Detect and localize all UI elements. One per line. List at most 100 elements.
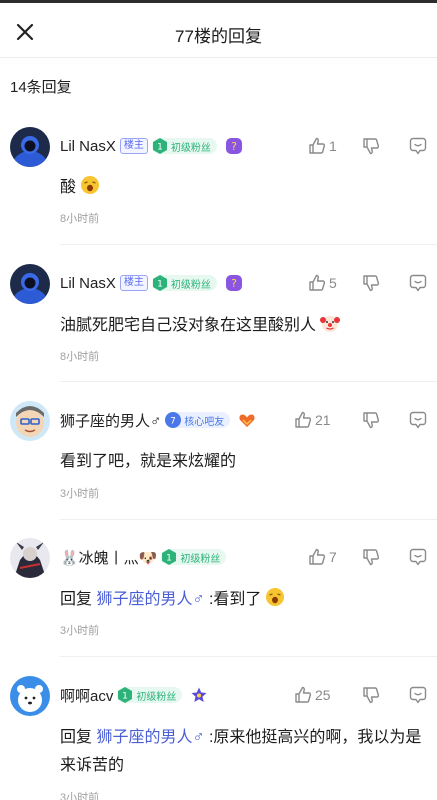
fan-level-label: 初级粉丝	[180, 553, 221, 565]
name-row: Lil NasX 楼主 1 初级粉丝 ?	[60, 135, 243, 157]
comment-time: 3小时前	[60, 792, 100, 800]
fan-level-badge: 7 核心吧友	[165, 412, 231, 428]
thumb-down-icon	[363, 138, 380, 155]
svg-text:?: ?	[231, 277, 237, 290]
svg-text:7: 7	[170, 417, 176, 427]
fan-level-icon: 1	[152, 138, 167, 154]
reply-button[interactable]	[408, 409, 428, 431]
fan-level-icon: 1	[162, 549, 177, 565]
fan-level-icon: 1	[152, 275, 167, 291]
owner-badge: 楼主	[119, 138, 148, 154]
divider	[60, 656, 437, 657]
name-row: Lil NasX 楼主 1 初级粉丝 ?	[60, 272, 243, 294]
thumb-up-icon	[309, 548, 326, 565]
comment-actions: 7	[297, 546, 437, 568]
comment-time: 3小时前	[60, 625, 100, 637]
thumb-down-icon	[363, 549, 380, 566]
thumb-up-icon	[295, 411, 312, 428]
fan-level-label: 初级粉丝	[170, 142, 211, 154]
like-button[interactable]: 7	[307, 546, 337, 568]
reply-button[interactable]	[408, 135, 428, 157]
fan-level-label: 初级粉丝	[170, 279, 211, 291]
svg-text:1: 1	[122, 692, 128, 702]
name-row: 啊啊acv 1 初级粉丝	[60, 684, 208, 706]
dislike-button[interactable]	[361, 272, 381, 294]
reply-button[interactable]	[408, 684, 428, 706]
fan-level-icon: 1	[118, 687, 133, 703]
comment-time: 8小时前	[60, 213, 100, 225]
owner-badge: 楼主	[119, 275, 148, 291]
excited-emoji-icon	[266, 588, 285, 606]
comment-actions: 1	[297, 135, 437, 157]
fan-level-badge: 1 初级粉丝	[151, 275, 217, 291]
comment-time: 3小时前	[60, 488, 100, 500]
avatar[interactable]	[10, 127, 50, 167]
reply-bubble-icon	[409, 411, 427, 429]
avatar[interactable]	[10, 401, 50, 441]
like-count: 1	[329, 138, 337, 154]
comment-body: 油腻死肥宅自己没对象在这里酸别人	[60, 317, 317, 334]
like-button[interactable]: 1	[307, 135, 337, 157]
comment-actions: 25	[295, 684, 437, 706]
like-button[interactable]: 21	[293, 409, 331, 431]
dislike-button[interactable]	[361, 684, 381, 706]
like-button[interactable]: 25	[293, 684, 331, 706]
reply-target-link[interactable]: 狮子座的男人♂	[96, 591, 204, 608]
member-badge-icon: ?	[225, 138, 242, 154]
username[interactable]: Lil NasX	[60, 138, 116, 155]
thumb-down-icon	[363, 687, 380, 704]
comment-body: :看到了	[208, 591, 262, 608]
like-count: 7	[329, 549, 337, 565]
reply-bubble-icon	[409, 686, 427, 704]
reply-bubble-icon	[409, 548, 427, 566]
username[interactable]: 🐰冰魄丨灬🐶	[60, 547, 157, 568]
reply-button[interactable]	[408, 272, 428, 294]
comment-text: 酸	[60, 174, 423, 202]
like-button[interactable]: 5	[307, 272, 337, 294]
like-count: 5	[329, 275, 337, 291]
dislike-button[interactable]	[361, 546, 381, 568]
comment-actions: 21	[295, 409, 437, 431]
svg-text:?: ?	[231, 140, 237, 153]
comment-text: 油腻死肥宅自己没对象在这里酸别人	[60, 312, 423, 340]
comment-body: 酸	[60, 179, 77, 196]
divider	[60, 244, 437, 245]
heart-hands-icon	[239, 414, 255, 427]
thumb-up-icon	[309, 274, 326, 291]
fan-level-label: 初级粉丝	[136, 691, 177, 703]
reply-bubble-icon	[409, 137, 427, 155]
like-count: 25	[315, 687, 331, 703]
comment-time: 8小时前	[60, 351, 100, 363]
fan-level-icon: 7	[165, 412, 182, 428]
avatar[interactable]	[10, 538, 50, 578]
comment-text: 回复 狮子座的男人♂ :看到了	[60, 586, 423, 614]
username[interactable]: 啊啊acv	[60, 685, 113, 706]
reply-target-link[interactable]: 狮子座的男人♂	[96, 729, 204, 746]
reply-count: 14条回复	[10, 79, 72, 96]
avatar[interactable]	[10, 264, 50, 304]
thumb-up-icon	[295, 686, 312, 703]
dislike-button[interactable]	[361, 409, 381, 431]
top-bar: 77楼的回复	[0, 0, 437, 58]
thumb-down-icon	[363, 412, 380, 429]
svg-text:1: 1	[166, 554, 172, 564]
comment-text: 回复 狮子座的男人♂ :原来他挺高兴的啊，我以为是来诉苦的	[60, 724, 423, 780]
thumb-down-icon	[363, 275, 380, 292]
divider	[60, 381, 437, 382]
svg-text:1: 1	[157, 280, 163, 290]
username[interactable]: 狮子座的男人♂	[60, 410, 161, 431]
thumb-up-icon	[309, 137, 326, 154]
excited-emoji-icon	[81, 176, 100, 194]
reply-prefix: 回复	[60, 729, 93, 746]
username[interactable]: Lil NasX	[60, 275, 116, 292]
name-row: 狮子座的男人♂ 7 核心吧友	[60, 409, 256, 431]
comment-actions: 5	[297, 272, 437, 294]
fan-level-badge: 1 初级粉丝	[161, 549, 227, 565]
dislike-button[interactable]	[361, 135, 381, 157]
reply-button[interactable]	[408, 546, 428, 568]
avatar[interactable]	[10, 676, 50, 716]
fan-level-badge: 1 初级粉丝	[151, 138, 217, 154]
like-count: 21	[315, 412, 331, 428]
divider	[60, 519, 437, 520]
member-badge-icon: ?	[225, 275, 242, 291]
